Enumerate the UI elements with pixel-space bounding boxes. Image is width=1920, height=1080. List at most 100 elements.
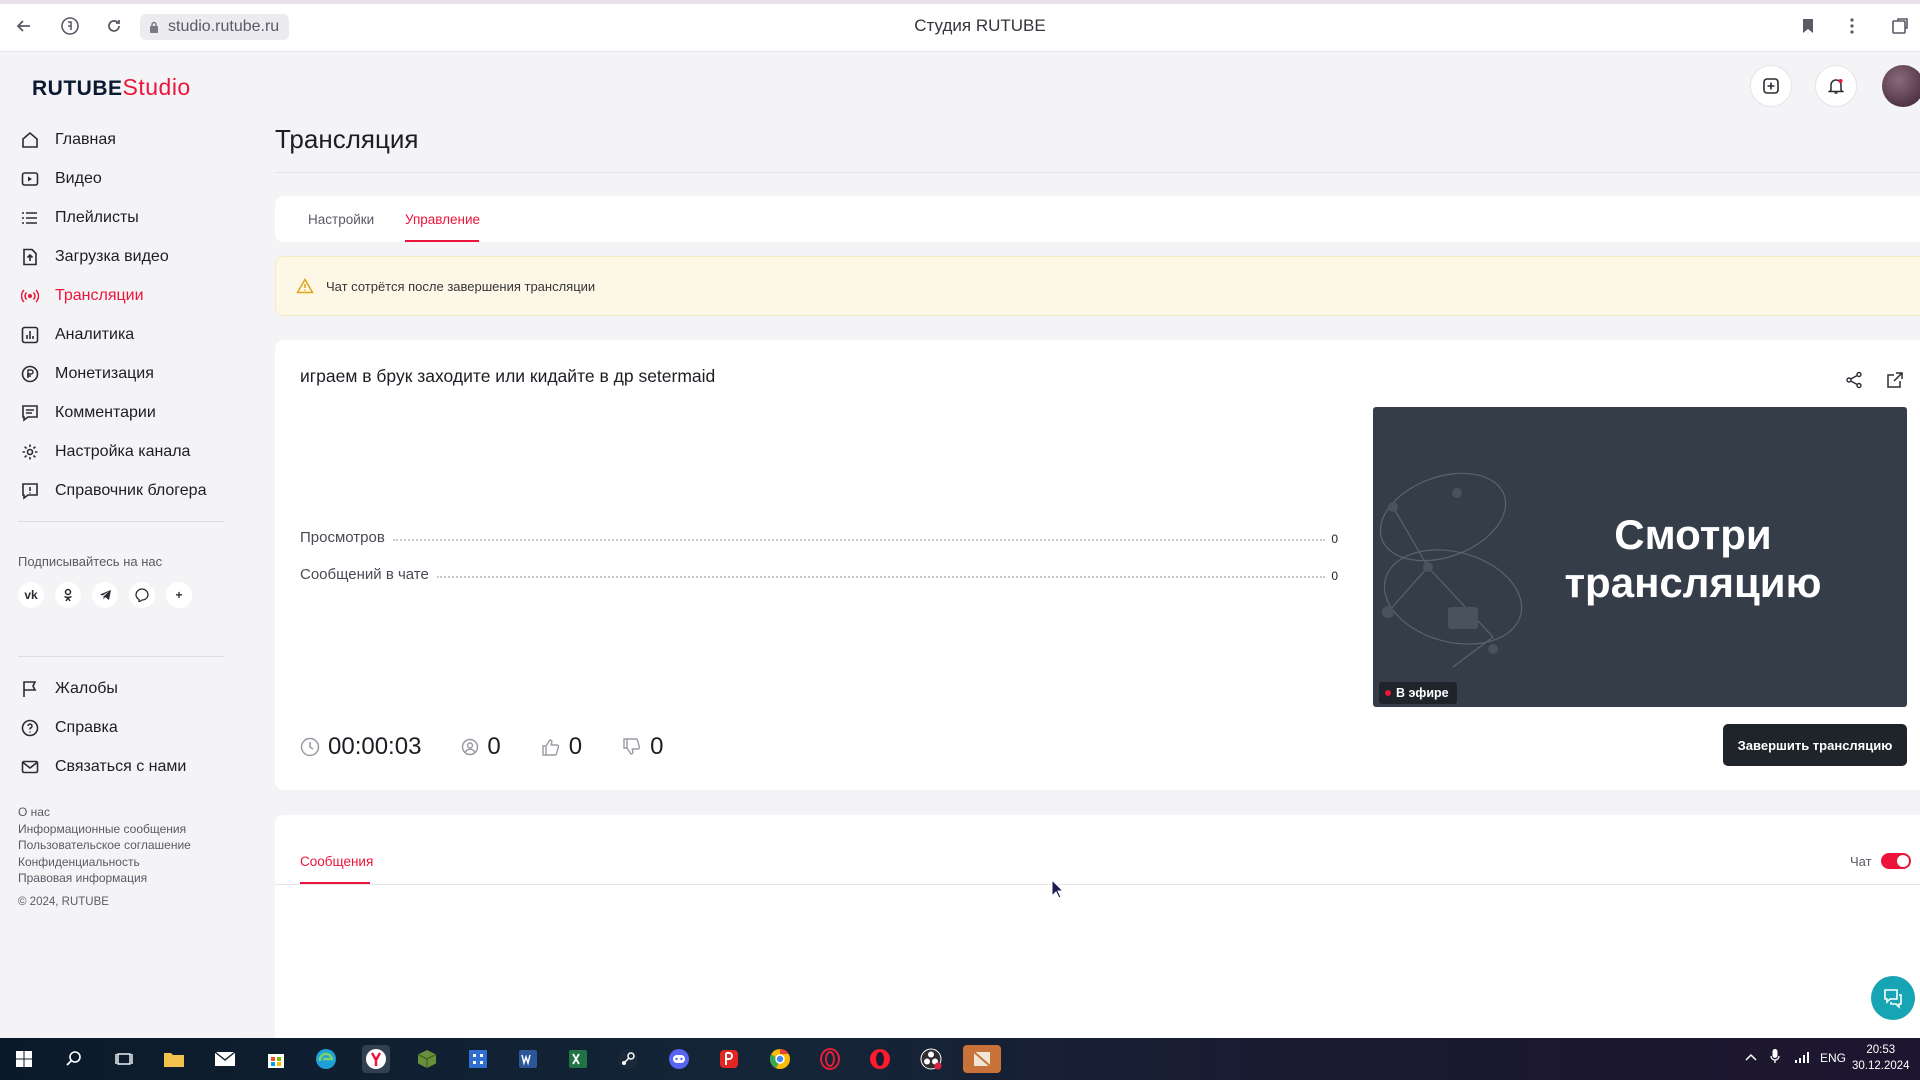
bookmark-icon[interactable] xyxy=(1796,14,1820,38)
sidebar-item-label: Аналитика xyxy=(55,325,135,343)
search-icon[interactable] xyxy=(60,1045,88,1073)
stat-label: Просмотров xyxy=(300,529,385,546)
sidebar-item-label: Трансляции xyxy=(55,286,144,304)
word-icon[interactable] xyxy=(514,1045,542,1073)
sidebar-item-contact[interactable]: Связаться с нами xyxy=(0,747,240,786)
broadcast-icon xyxy=(20,286,40,306)
viber-icon[interactable] xyxy=(129,582,155,608)
sidebar-item-monetization[interactable]: Монетизация xyxy=(0,354,240,393)
sidebar-item-help[interactable]: Справка xyxy=(0,708,240,747)
dislikes-value: 0 xyxy=(650,733,664,760)
footer-link-info[interactable]: Информационные сообщения xyxy=(18,821,191,838)
footer-link-about[interactable]: О нас xyxy=(18,804,191,821)
stream-preview[interactable]: Смотри трансляцию В эфире xyxy=(1373,407,1907,707)
taskbar: ENG 20:53 30.12.2024 xyxy=(0,1038,1920,1080)
sidebar-item-channel-settings[interactable]: Настройка канала xyxy=(0,432,240,471)
sidebar-item-label: Комментарии xyxy=(55,403,156,421)
main-nav: Главная Видео Плейлисты Загрузка видео Т… xyxy=(0,120,240,510)
tray-chevron-icon[interactable] xyxy=(1745,1050,1757,1064)
active-app-icon[interactable] xyxy=(963,1045,1001,1073)
footer-link-legal[interactable]: Правовая информация xyxy=(18,870,191,887)
comment-icon xyxy=(20,403,40,423)
dotted-leader xyxy=(436,576,1326,578)
analytics-icon xyxy=(20,325,40,345)
dotted-leader xyxy=(392,539,1326,541)
footer-link-privacy[interactable]: Конфиденциальность xyxy=(18,854,191,871)
sidebar-item-broadcasts[interactable]: Трансляции xyxy=(0,276,240,315)
tab-messages[interactable]: Сообщения xyxy=(300,854,373,869)
chrome-icon[interactable] xyxy=(766,1045,794,1073)
playlist-icon xyxy=(20,208,40,228)
create-button[interactable] xyxy=(1750,65,1792,107)
sidebar-item-complaints[interactable]: Жалобы xyxy=(0,669,240,708)
yandex-browser-icon[interactable] xyxy=(362,1045,390,1073)
open-external-icon[interactable] xyxy=(1883,368,1907,392)
ok-icon[interactable] xyxy=(55,582,81,608)
windows-start-icon[interactable] xyxy=(10,1045,38,1073)
help-icon xyxy=(20,718,40,738)
discord-icon[interactable] xyxy=(665,1045,693,1073)
task-view-icon[interactable] xyxy=(110,1045,138,1073)
chat-toggle[interactable] xyxy=(1881,853,1911,869)
tabs-bar: Настройки Управление xyxy=(275,196,1920,242)
clock-time: 20:53 xyxy=(1866,1044,1896,1056)
steam-icon[interactable] xyxy=(614,1045,642,1073)
tab-settings[interactable]: Настройки xyxy=(308,212,374,227)
sidebar-item-home[interactable]: Главная xyxy=(0,120,240,159)
ruble-icon xyxy=(20,364,40,384)
stream-card: играем в брук заходите или кидайте в др … xyxy=(275,340,1920,790)
obs-icon[interactable] xyxy=(917,1045,945,1073)
extensions-icon[interactable] xyxy=(1888,14,1912,38)
metric-dislikes: 0 xyxy=(622,733,664,761)
minecraft-icon[interactable] xyxy=(413,1045,441,1073)
share-icon[interactable] xyxy=(1842,368,1866,392)
opera-gx-icon[interactable] xyxy=(816,1045,844,1073)
vk-icon[interactable]: vk xyxy=(18,582,44,608)
sidebar: RUTUBEStudio Главная Видео Плейлисты Заг… xyxy=(0,52,276,1038)
warning-icon xyxy=(296,278,314,294)
rutube-studio-logo[interactable]: RUTUBEStudio xyxy=(32,74,191,101)
sidebar-item-comments[interactable]: Комментарии xyxy=(0,393,240,432)
sidebar-item-video[interactable]: Видео xyxy=(0,159,240,198)
sidebar-item-blogger-guide[interactable]: Справочник блогера xyxy=(0,471,240,510)
likes-value: 0 xyxy=(568,733,583,760)
edge-icon[interactable] xyxy=(312,1045,340,1073)
chat-panel: Сообщения Чат xyxy=(275,815,1920,1038)
sidebar-item-label: Монетизация xyxy=(55,364,154,382)
logo-brand: RUTUBE xyxy=(32,77,123,100)
sidebar-item-label: Загрузка видео xyxy=(55,247,169,265)
flag-icon xyxy=(20,679,40,699)
mail-app-icon[interactable] xyxy=(211,1045,239,1073)
avatar[interactable] xyxy=(1882,65,1920,107)
microphone-icon[interactable] xyxy=(1770,1048,1780,1067)
telegram-icon[interactable] xyxy=(92,582,118,608)
notifications-button[interactable] xyxy=(1815,65,1857,107)
footer-link-terms[interactable]: Пользовательское соглашение xyxy=(18,837,191,854)
sidebar-item-playlists[interactable]: Плейлисты xyxy=(0,198,240,237)
thumbs-down-icon xyxy=(622,738,642,756)
add-video-icon xyxy=(1763,78,1779,94)
more-socials-icon[interactable]: + xyxy=(166,582,192,608)
store-icon[interactable] xyxy=(262,1045,290,1073)
app-grid-icon[interactable] xyxy=(464,1045,492,1073)
support-chat-button[interactable] xyxy=(1871,976,1915,1020)
opera-icon[interactable] xyxy=(866,1045,894,1073)
metric-duration: 00:00:03 xyxy=(300,733,421,761)
tab-management[interactable]: Управление xyxy=(405,212,480,227)
excel-icon[interactable] xyxy=(564,1045,592,1073)
network-icon[interactable] xyxy=(1794,1050,1810,1067)
sidebar-item-upload[interactable]: Загрузка видео xyxy=(0,237,240,276)
file-explorer-icon[interactable] xyxy=(160,1045,188,1073)
taskbar-clock[interactable]: 20:53 30.12.2024 xyxy=(1852,1042,1910,1074)
yandex-app-icon[interactable] xyxy=(715,1045,743,1073)
warning-banner: Чат сотрётся после завершения трансляции xyxy=(275,256,1920,316)
subscribe-title: Подписывайтесь на нас xyxy=(18,554,163,569)
tab-strip xyxy=(0,0,1920,4)
sidebar-item-label: Видео xyxy=(55,169,102,187)
end-stream-button[interactable]: Завершить трансляцию xyxy=(1723,724,1907,766)
sidebar-item-analytics[interactable]: Аналитика xyxy=(0,315,240,354)
language-indicator[interactable]: ENG xyxy=(1820,1051,1846,1065)
sidebar-divider xyxy=(18,656,224,657)
footer-links: О нас Информационные сообщения Пользоват… xyxy=(18,804,191,887)
more-icon[interactable] xyxy=(1840,14,1864,38)
